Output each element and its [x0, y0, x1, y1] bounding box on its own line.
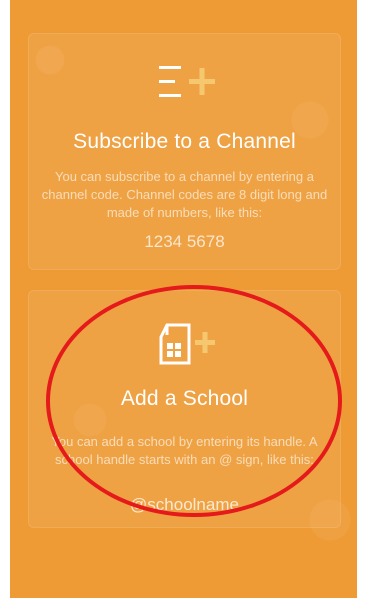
school-handle-example: @schoolname [130, 495, 239, 514]
list-add-icon [158, 66, 215, 97]
subscribe-channel-card[interactable]: Subscribe to a Channel You can subscribe… [28, 33, 341, 270]
add-school-card[interactable]: Add a School You can add a school by ent… [28, 290, 341, 528]
school-card-title: Add a School [120, 387, 249, 410]
app-screen: Subscribe to a Channel You can subscribe… [10, 0, 357, 598]
channel-code-example: 1234 5678 [144, 232, 225, 251]
channel-card-description: You can subscribe to a channel by enteri… [41, 169, 328, 220]
school-add-icon [159, 323, 215, 365]
school-card-description: You can add a school by entering its han… [51, 434, 318, 467]
channel-card-title: Subscribe to a Channel [73, 130, 296, 153]
